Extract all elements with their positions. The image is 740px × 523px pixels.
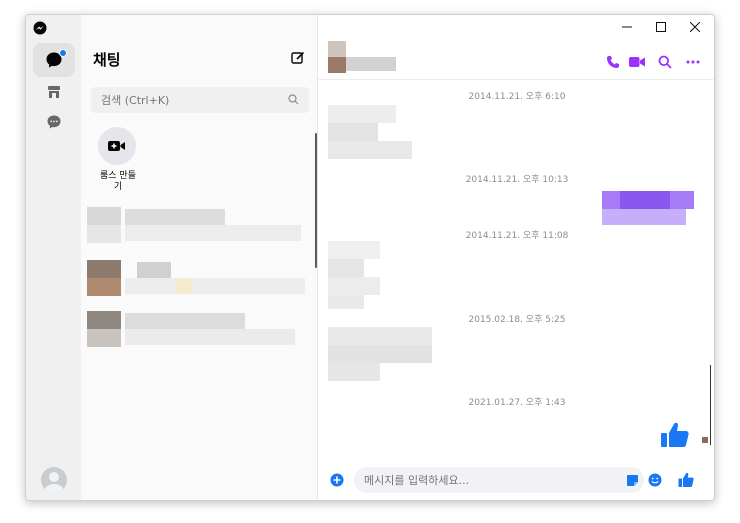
messenger-window: 채팅 룸스 만들기 <box>25 14 715 501</box>
conversation-row[interactable] <box>87 311 307 355</box>
sticker-icon[interactable] <box>626 474 639 487</box>
conversation-row[interactable] <box>87 207 307 249</box>
notification-dot <box>59 49 67 57</box>
received-message <box>328 105 412 161</box>
timestamp: 2014.11.21. 오후 6:10 <box>468 92 566 102</box>
phone-icon <box>607 56 619 68</box>
close-icon <box>690 22 700 32</box>
messenger-logo-icon <box>33 21 47 35</box>
sent-message <box>602 191 694 227</box>
thumbs-up-sticker-icon <box>661 422 689 447</box>
rail-marketplace-button[interactable] <box>33 75 75 109</box>
header-divider <box>318 79 714 80</box>
create-room-circle <box>98 127 136 165</box>
close-button[interactable] <box>678 17 712 37</box>
search-input[interactable] <box>91 87 271 113</box>
conversation-panel: 2014.11.21. 오후 6:10 2014.11.21. 오후 10:13… <box>318 15 714 500</box>
rail-requests-button[interactable] <box>33 105 75 139</box>
search-icon <box>288 94 299 105</box>
search-conversation-button[interactable] <box>656 53 674 71</box>
add-attachment-icon[interactable] <box>330 473 344 487</box>
message-input[interactable] <box>354 467 644 493</box>
maximize-icon <box>656 22 666 32</box>
seen-avatar <box>702 437 708 443</box>
more-dots-icon <box>686 60 700 64</box>
compose-icon[interactable] <box>291 51 305 65</box>
conversation-scrollbar[interactable] <box>710 365 711 445</box>
minimize-icon <box>622 26 632 28</box>
maximize-button[interactable] <box>644 17 678 37</box>
timestamp: 2021.01.27. 오후 1:43 <box>468 398 566 408</box>
emoji-icon[interactable] <box>648 473 662 487</box>
minimize-button[interactable] <box>610 17 644 37</box>
chat-list-scrollbar[interactable] <box>315 133 317 268</box>
chat-list-title: 채팅 <box>93 51 121 69</box>
received-message <box>328 241 380 311</box>
create-room-label: 룸스 만들기 <box>100 171 136 192</box>
timestamp: 2015.02.18. 오후 5:25 <box>468 315 566 325</box>
chat-list-panel: 채팅 룸스 만들기 <box>81 15 318 500</box>
conversation-row[interactable] <box>87 260 307 304</box>
call-button[interactable] <box>604 53 622 71</box>
store-icon <box>48 86 60 98</box>
rail-chats-button[interactable] <box>33 43 75 77</box>
like-button-icon[interactable] <box>678 472 694 488</box>
search-icon <box>658 55 672 69</box>
contact-header[interactable] <box>328 41 398 75</box>
timestamp: 2014.11.21. 오후 10:13 <box>465 175 569 185</box>
video-plus-icon <box>108 141 125 151</box>
person-icon <box>45 472 63 493</box>
left-rail <box>26 15 81 500</box>
message-dots-icon <box>47 115 61 129</box>
video-call-button[interactable] <box>628 53 646 71</box>
profile-avatar[interactable] <box>41 467 67 493</box>
timestamp: 2014.11.21. 오후 11:08 <box>465 231 569 241</box>
more-options-button[interactable] <box>684 53 702 71</box>
video-camera-icon <box>629 57 645 67</box>
received-message <box>328 327 432 383</box>
create-room-button[interactable]: 룸스 만들기 <box>98 127 138 193</box>
search-box[interactable] <box>91 87 309 113</box>
